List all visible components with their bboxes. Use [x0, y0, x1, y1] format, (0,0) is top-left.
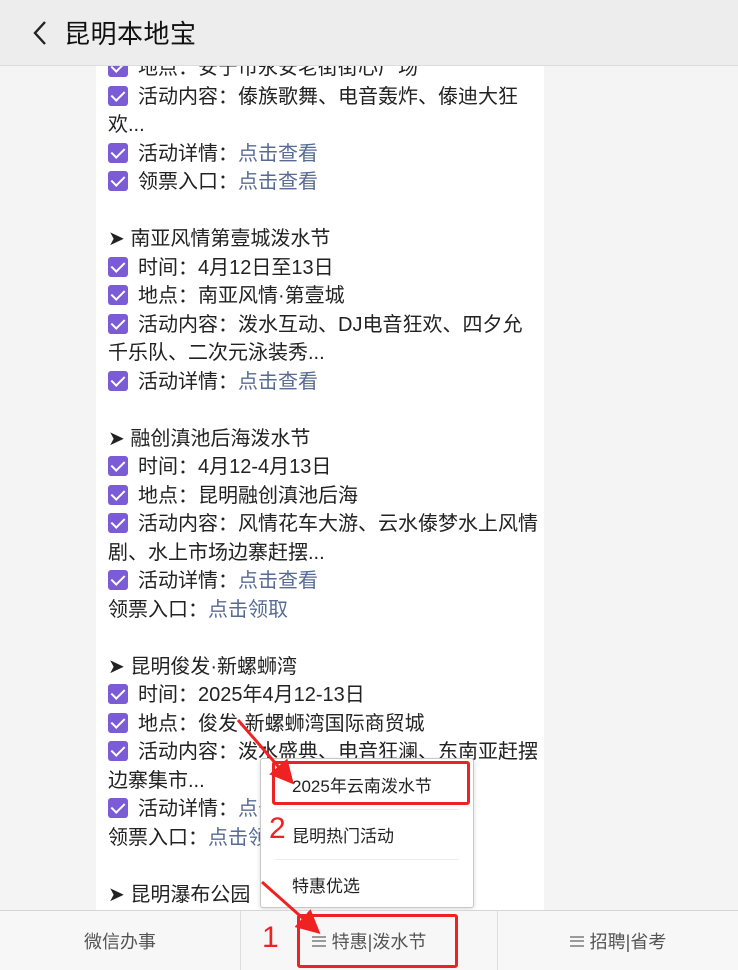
- list-item: 活动内容：傣族歌舞、电音轰炸、傣迪大狂欢...: [108, 83, 538, 140]
- checkbox-icon: [108, 684, 128, 704]
- list-item: 领票入口：点击查看: [108, 168, 538, 197]
- list-item: 地点：昆明融创滇池后海: [108, 482, 538, 511]
- chevron-left-icon: [33, 20, 46, 45]
- submenu-item-deals[interactable]: 特惠优选: [261, 859, 473, 909]
- checkbox-icon: [108, 171, 128, 191]
- checkbox-icon: [108, 741, 128, 761]
- menu-lines-icon: [569, 935, 584, 947]
- item-text: 活动内容：傣族歌舞、电音轰炸、傣迪大狂欢...: [108, 85, 518, 137]
- menu-tab-jobs-exam[interactable]: 招聘|省考: [498, 911, 738, 970]
- top-nav-bar: 昆明本地宝: [0, 0, 738, 66]
- list-item: 领票入口：点击领取: [108, 596, 538, 625]
- item-text: 领票入口：: [108, 826, 208, 849]
- item-text: 活动详情：: [138, 370, 238, 393]
- annotation-number-2: 2: [269, 812, 286, 845]
- list-item: 时间：4月12-4月13日: [108, 453, 538, 482]
- detail-link[interactable]: 点击查看: [238, 143, 318, 165]
- page-title: 昆明本地宝: [64, 19, 197, 49]
- item-text: 时间：2025年4月12-13日: [138, 684, 365, 706]
- submenu-item-kunming-events[interactable]: 昆明热门活动: [261, 809, 473, 859]
- item-text: 领票入口：: [108, 598, 208, 621]
- item-text: 活动内容：泼水互动、DJ电音狂欢、四夕允千乐队、二次元泳装秀...: [108, 313, 523, 365]
- checkbox-icon: [108, 712, 128, 733]
- annotation-number-1: 1: [262, 921, 279, 954]
- checkbox-icon: [108, 66, 128, 77]
- checkbox-icon: [108, 570, 128, 590]
- section-heading: ➤ 南亚风情第壹城泼水节: [108, 225, 538, 254]
- detail-link[interactable]: 点击查看: [238, 570, 318, 592]
- list-item: 活动详情：点击查看: [108, 368, 538, 397]
- checkbox-icon: [108, 484, 128, 505]
- annotation-highlight-step1: [297, 914, 458, 968]
- list-item: 活动详情：点击查看: [108, 567, 538, 596]
- checkbox-icon: [108, 85, 128, 106]
- menu-tab-label: 微信办事: [84, 932, 156, 952]
- detail-link[interactable]: 点击领取: [208, 599, 288, 621]
- list-item: 活动详情：点击查看: [108, 140, 538, 169]
- detail-link[interactable]: 点击查看: [238, 171, 318, 193]
- checkbox-icon: [108, 513, 128, 533]
- menu-tab-wechat-services[interactable]: 微信办事: [0, 911, 240, 970]
- item-text: 地点：昆明融创滇池后海: [138, 484, 358, 507]
- checkbox-icon: [108, 256, 128, 277]
- item-text: 时间：4月12-4月13日: [138, 456, 332, 478]
- item-text: ➤ 昆明俊发·新螺蛳湾: [108, 655, 297, 678]
- section-heading: ➤ 昆明俊发·新螺蛳湾: [108, 653, 538, 682]
- detail-link[interactable]: 点击查看: [238, 371, 318, 393]
- item-text: 活动详情：: [138, 142, 238, 165]
- list-item: 活动内容：泼水互动、DJ电音狂欢、四夕允千乐队、二次元泳装秀...: [108, 311, 538, 368]
- list-item: 时间：4月12日至13日: [108, 254, 538, 283]
- section-heading: ➤ 融创滇池后海泼水节: [108, 425, 538, 454]
- list-item: 地点：安宁市永安老街街心广场: [108, 66, 538, 83]
- item-text: 活动详情：: [138, 798, 238, 820]
- checkbox-icon: [108, 370, 128, 391]
- item-text: 活动详情：: [138, 570, 238, 592]
- item-text: 领票入口：: [138, 171, 238, 193]
- item-text: ➤ 昆明瀑布公园: [108, 883, 251, 906]
- checkbox-icon: [108, 313, 128, 334]
- menu-tab-label: 招聘|省考: [589, 932, 667, 952]
- item-text: 时间：4月12日至13日: [138, 256, 334, 279]
- item-text: ➤ 融创滇池后海泼水节: [108, 427, 311, 450]
- item-text: ➤ 南亚风情第壹城泼水节: [108, 228, 331, 250]
- checkbox-icon: [108, 142, 128, 163]
- list-item: 地点：俊发·新螺蛳湾国际商贸城: [108, 710, 538, 739]
- checkbox-icon: [108, 798, 128, 818]
- list-item: 活动内容：风情花车大游、云水傣梦水上风情剧、水上市场边寨赶摆...: [108, 510, 538, 567]
- item-text: 地点：俊发·新螺蛳湾国际商贸城: [138, 712, 425, 735]
- annotation-highlight-step2: [272, 761, 470, 805]
- back-button[interactable]: [20, 13, 60, 53]
- item-text: 活动内容：风情花车大游、云水傣梦水上风情剧、水上市场边寨赶摆...: [108, 513, 538, 564]
- list-item: 地点：南亚风情·第壹城: [108, 282, 538, 311]
- checkbox-icon: [108, 456, 128, 476]
- checkbox-icon: [108, 285, 128, 305]
- item-text: 地点：南亚风情·第壹城: [138, 285, 345, 307]
- item-text: 地点：安宁市永安老街街心广场: [138, 66, 418, 79]
- list-item: 时间：2025年4月12-13日: [108, 681, 538, 710]
